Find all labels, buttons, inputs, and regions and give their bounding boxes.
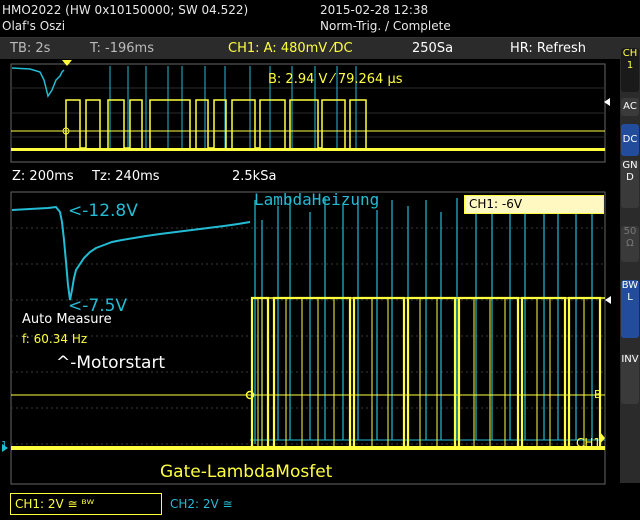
overview-trigger-marker bbox=[62, 60, 72, 66]
channel-bar: CH1: 2V ≅ ᴮᵂ CH2: 2V ≅ bbox=[0, 488, 640, 520]
bwl-button[interactable]: BWL bbox=[621, 280, 639, 338]
auto-measure-frequency: f: 60.34 Hz bbox=[22, 332, 88, 346]
auto-measure-title: Auto Measure bbox=[22, 312, 112, 327]
overview-ch2-trace bbox=[11, 67, 65, 98]
impedance-50-button[interactable]: 50Ω bbox=[621, 226, 639, 262]
channel-ch1-tab[interactable]: CH1 bbox=[621, 48, 639, 92]
overview-ch1-baseline bbox=[11, 148, 605, 151]
ch1-baseline bbox=[11, 446, 605, 450]
channel-menu: CH1 AC DC GND 50Ω BWL INV bbox=[620, 38, 640, 483]
ch2-setting[interactable]: CH2: 2V ≅ bbox=[170, 493, 233, 515]
coupling-gnd-button[interactable]: GND bbox=[621, 160, 639, 208]
overview-ch1-pulses bbox=[65, 99, 367, 149]
coupling-dc-button[interactable]: DC bbox=[621, 124, 639, 156]
annotation-level-high: <-12.8V bbox=[68, 201, 138, 221]
annotation-lambda-heating: LambdaHeizung bbox=[254, 190, 380, 209]
ch1-setting[interactable]: CH1: 2V ≅ ᴮᵂ bbox=[10, 493, 162, 515]
main-grid bbox=[11, 227, 605, 445]
trigger-level-text: CH1: -6V bbox=[469, 197, 523, 211]
ground-marker-label: 1 bbox=[1, 440, 8, 451]
annotation-motor-start: ^-Motorstart bbox=[56, 353, 166, 373]
ch2-spikes bbox=[254, 196, 593, 444]
right-edge-marker bbox=[605, 296, 611, 304]
cursor-b-edge-label: B bbox=[594, 388, 602, 401]
annotation-gate-mosfet: Gate-LambdaMosfet bbox=[160, 462, 333, 482]
trigger-level-box[interactable]: CH1: -6V bbox=[464, 195, 604, 214]
coupling-ac-button[interactable]: AC bbox=[621, 98, 639, 116]
ch1-end-label: CH1 bbox=[576, 436, 602, 450]
cursor-b-readout: B: 2.94 V ⁄ 79.264 µs bbox=[268, 72, 403, 87]
invert-button[interactable]: INV bbox=[621, 354, 639, 404]
